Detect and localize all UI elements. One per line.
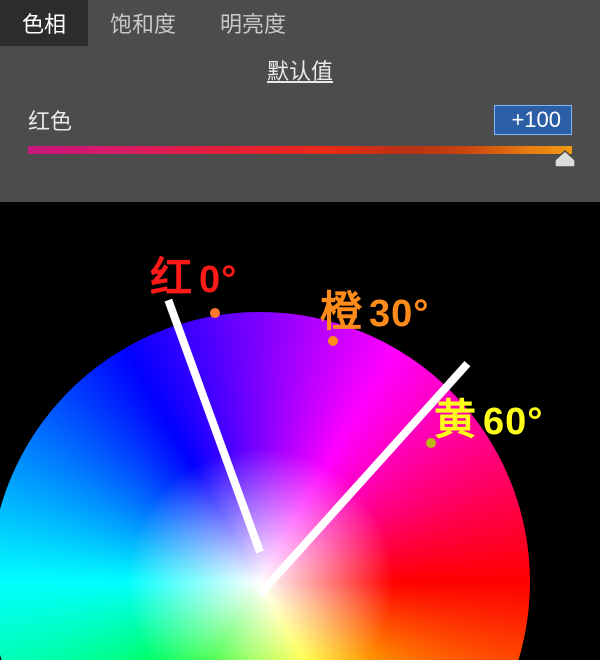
slider-handle-red[interactable] [554, 150, 576, 168]
defaults-row: 默认值 [0, 46, 600, 94]
wheel-mark-red [210, 308, 220, 318]
tabs: 色相 饱和度 明亮度 [0, 0, 600, 46]
slider-track-red[interactable] [28, 146, 572, 154]
slider-value-red[interactable]: +100 [494, 105, 572, 135]
hsl-panel: 色相 饱和度 明亮度 默认值 红色 +100 [0, 0, 600, 202]
wheel-label-orange: 橙30° [320, 278, 429, 339]
wheel-label-yellow: 黄60° [434, 386, 543, 447]
color-wheel-diagram: 红0° 橙30° 黄60° [0, 202, 600, 660]
slider-handle-icon [554, 150, 576, 168]
red-slider: 红色 +100 [0, 94, 600, 182]
defaults-link[interactable]: 默认值 [267, 54, 333, 86]
color-wheel [0, 312, 530, 660]
tab-luminance[interactable]: 明亮度 [198, 0, 308, 46]
slider-label-red: 红色 [28, 104, 72, 136]
tab-hue[interactable]: 色相 [0, 0, 88, 46]
tab-saturation[interactable]: 饱和度 [88, 0, 198, 46]
wheel-label-red: 红0° [150, 244, 237, 305]
